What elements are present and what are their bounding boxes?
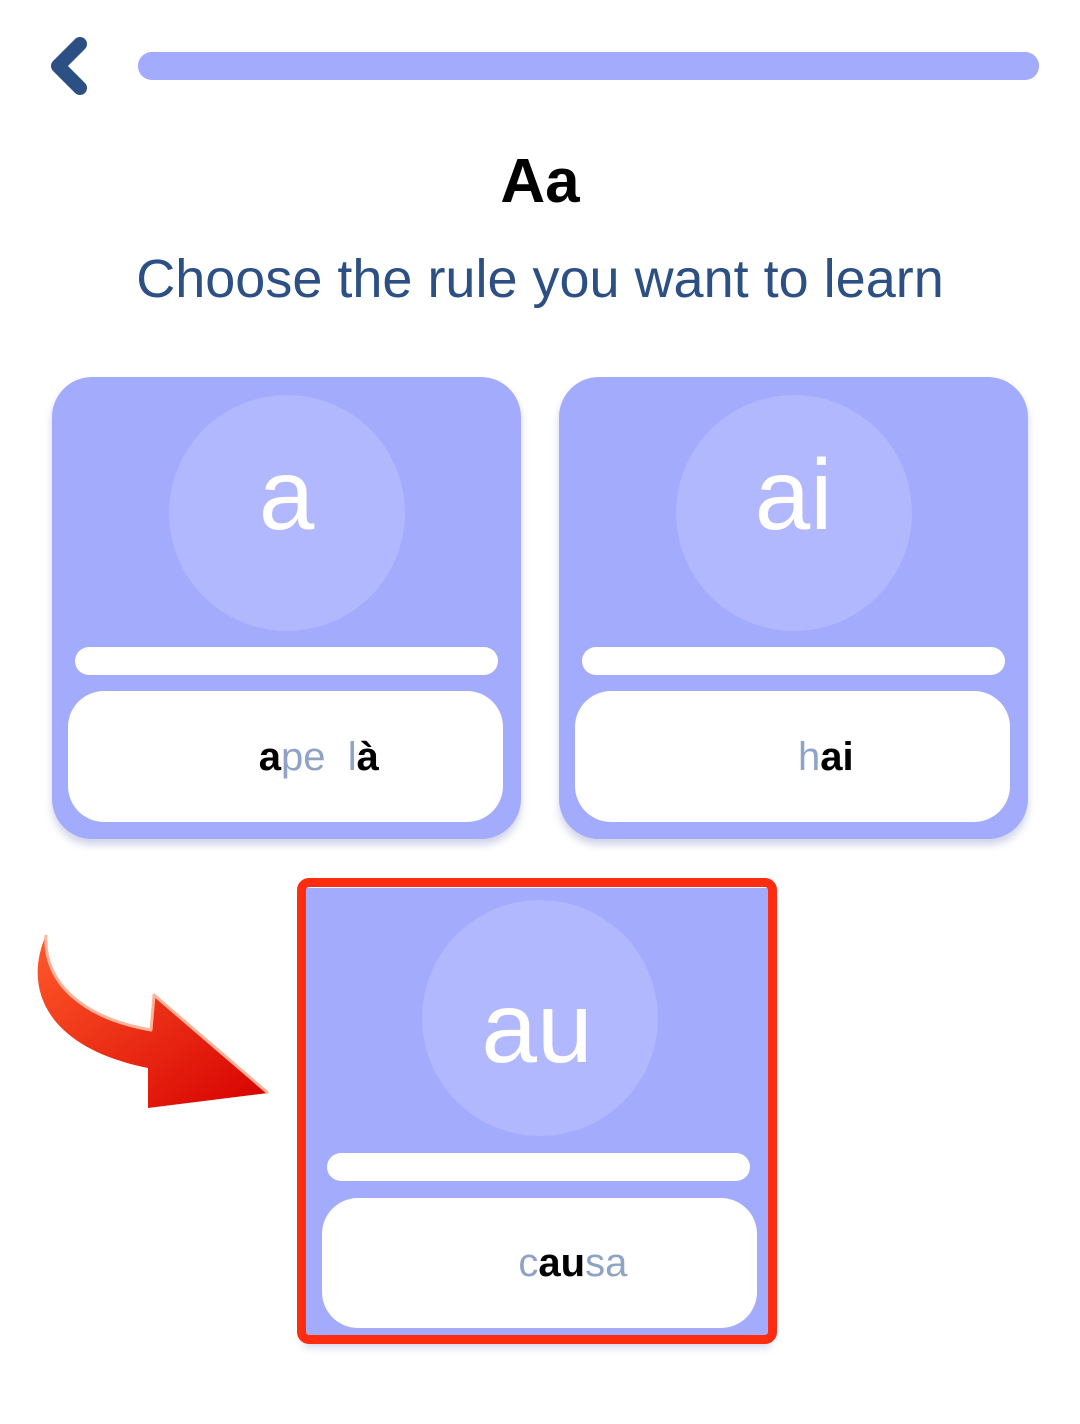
progress-bar <box>138 52 1039 80</box>
example-word-box: ape là <box>68 691 503 822</box>
rule-card-a[interactable]: a ape là <box>52 377 521 839</box>
progress-fill <box>138 52 1039 80</box>
rule-glyph: ai <box>754 439 833 551</box>
card-divider-bar <box>582 647 1005 675</box>
word-segment: sa <box>585 1241 628 1285</box>
word-segment: ai <box>820 734 854 779</box>
word-segment: au <box>538 1241 586 1285</box>
example-word-box: hai <box>575 691 1010 822</box>
pointer-arrow-icon <box>37 934 269 1108</box>
word-segment: a <box>258 734 282 779</box>
word-segment: l <box>347 734 357 779</box>
example-word: causa <box>452 1203 628 1323</box>
card-divider-bar <box>327 1153 750 1181</box>
example-word: hai <box>731 697 854 817</box>
page-title: Aa <box>500 147 580 216</box>
example-word: ape là <box>192 697 379 817</box>
page-subtitle: Choose the rule you want to learn <box>136 249 944 309</box>
word-segment: c <box>518 1241 539 1285</box>
rule-card-au[interactable]: au causa <box>304 888 770 1341</box>
back-button[interactable] <box>40 30 110 102</box>
rule-card-ai[interactable]: ai hai <box>559 377 1028 839</box>
rule-glyph: au <box>481 972 593 1084</box>
word-segment: à <box>356 734 379 779</box>
word-segment: pe <box>281 734 348 779</box>
rule-glyph: a <box>258 439 315 551</box>
word-segment: h <box>798 734 821 779</box>
chevron-left-icon <box>51 37 87 95</box>
card-divider-bar <box>75 647 498 675</box>
example-word-box: causa <box>322 1198 757 1328</box>
